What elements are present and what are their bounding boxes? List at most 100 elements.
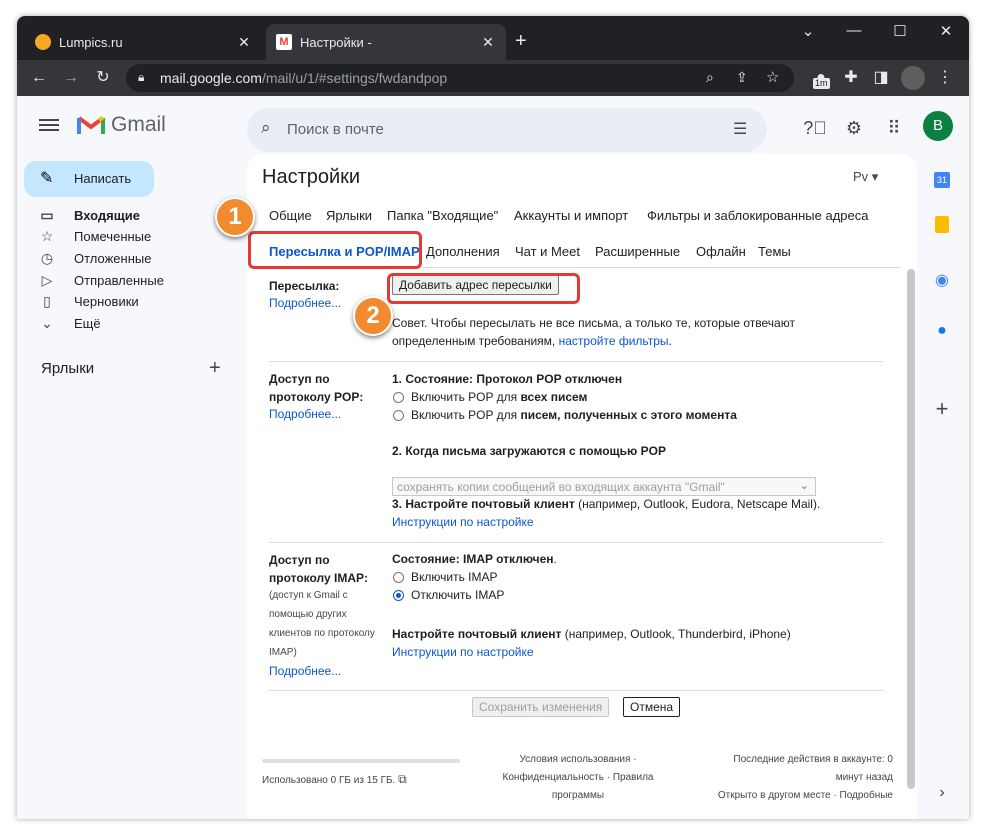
cancel-button[interactable]: Отмена — [623, 697, 681, 717]
labels-heading: Ярлыки — [41, 360, 95, 377]
sidebar-item-more[interactable]: ⌄ Ещё — [39, 313, 100, 333]
tab-chat-meet[interactable]: Чат и Meet — [515, 244, 580, 259]
forward-icon[interactable]: → — [59, 66, 83, 90]
tab-strip: Lumpics.ru ✕ M Настройки - ✕ + ⌄ — ☐ ✕ — [17, 16, 969, 60]
tab-filters[interactable]: Фильтры и заблокированные адреса — [647, 208, 868, 223]
highlight-add-forwarding-button — [387, 273, 580, 304]
storage-usage[interactable]: Использовано 0 ГБ из 15 ГБ. ⧉ — [262, 770, 407, 790]
tab-lumpics[interactable]: Lumpics.ru ✕ — [25, 24, 262, 60]
pop-action-select[interactable]: сохранять копии сообщений во входящих ак… — [392, 477, 816, 496]
pop-label: Доступ по протоколу POP: — [269, 372, 364, 404]
extension-timer-icon[interactable]: 1m● — [809, 66, 833, 90]
imap-note: (доступ к Gmail с помощью других клиентов … — [269, 590, 375, 658]
compose-button[interactable]: ✎ Написать — [24, 161, 154, 197]
tab-addons[interactable]: Дополнения — [426, 244, 500, 259]
imap-enable-label: Включить IMAP — [411, 570, 498, 584]
step-badge-2: 2 — [353, 296, 393, 336]
add-addon-icon[interactable]: + — [927, 394, 957, 424]
step-badge-1: 1 — [215, 197, 255, 237]
pop-learn-more-link[interactable]: Подробнее... — [269, 407, 341, 421]
imap-learn-more-link[interactable]: Подробнее... — [269, 664, 341, 678]
highlight-forwarding-tab — [248, 231, 422, 269]
help-icon[interactable]: ?⃝ — [803, 116, 827, 140]
tab-labels[interactable]: Ярлыки — [326, 208, 372, 223]
calendar-icon[interactable]: 31 — [927, 164, 957, 194]
browser-toolbar: ← → ↻ 🔒︎ mail.google.com/mail/u/1/#setti… — [17, 60, 969, 96]
extensions-puzzle-icon[interactable]: ✚ — [839, 66, 863, 90]
tasks-icon[interactable]: ◉ — [927, 266, 957, 296]
sidebar-item-inbox[interactable]: ▭ Входящие — [39, 205, 140, 225]
zoom-icon[interactable]: ⌕ — [706, 69, 714, 86]
search-options-icon[interactable]: ☰ — [733, 119, 747, 139]
search-icon[interactable]: ⌕ — [261, 118, 271, 138]
tab-accounts[interactable]: Аккаунты и импорт — [514, 208, 628, 223]
clock-icon: ◷ — [40, 249, 54, 266]
tab-themes[interactable]: Темы — [758, 244, 791, 259]
gmail-logo[interactable]: Gmail — [77, 113, 166, 137]
search-bar[interactable]: ⌕ Поиск в почте ☰ — [247, 108, 767, 152]
share-icon[interactable]: ⇪ — [736, 69, 748, 86]
create-filters-link[interactable]: настройте фильтры — [559, 334, 669, 348]
contacts-icon[interactable]: ● — [927, 316, 957, 346]
add-label-icon[interactable]: + — [209, 357, 221, 380]
close-tab-icon[interactable]: ✕ — [480, 34, 496, 51]
star-icon: ☆ — [40, 227, 54, 244]
pop-from-now-radio[interactable] — [393, 410, 404, 421]
url-text[interactable]: mail.google.com/mail/u/1/#settings/fwdan… — [160, 70, 447, 86]
tab-gmail-settings[interactable]: M Настройки - ✕ — [266, 24, 506, 60]
tab-inbox[interactable]: Папка "Входящие" — [387, 208, 498, 223]
imap-disable-radio[interactable] — [393, 590, 404, 601]
bookmark-star-icon[interactable]: ☆ — [766, 68, 779, 86]
tab-general[interactable]: Общие — [269, 208, 312, 223]
sidebar-item-starred[interactable]: ☆ Помеченные — [39, 226, 152, 246]
tab-advanced[interactable]: Расширенные — [595, 244, 680, 259]
forwarding-label: Пересылка: — [269, 279, 340, 293]
save-changes-button[interactable]: Сохранить изменения — [472, 697, 610, 717]
page-title: Настройки — [262, 166, 361, 188]
maximize-button[interactable]: ☐ — [877, 22, 923, 40]
imap-disable-label: Отключить IMAP — [411, 588, 505, 602]
chevron-down-icon: ⌄ — [41, 314, 53, 331]
close-tab-icon[interactable]: ✕ — [236, 34, 252, 51]
main-menu-icon[interactable] — [39, 116, 59, 134]
minimize-button[interactable]: — — [831, 22, 877, 39]
tab-search-icon[interactable]: ⌄ — [785, 22, 831, 40]
sidebar-item-drafts[interactable]: ▯ Черновики — [39, 291, 139, 311]
pencil-icon: ✎ — [40, 170, 54, 187]
input-tools-button[interactable]: Рv ▾ — [853, 169, 878, 185]
pop-all-mail-radio[interactable] — [393, 392, 404, 403]
sidebar-item-sent[interactable]: ▷ Отправленные — [39, 270, 164, 290]
hide-side-panel-icon[interactable]: › — [927, 778, 957, 808]
new-tab-button[interactable]: + — [515, 30, 527, 53]
sidebar-item-snoozed[interactable]: ◷ Отложенные — [39, 248, 152, 268]
close-window-button[interactable]: ✕ — [923, 22, 969, 40]
draft-icon: ▯ — [43, 292, 51, 309]
profile-avatar[interactable] — [901, 66, 925, 90]
keep-icon[interactable] — [927, 214, 957, 244]
address-bar[interactable]: 🔒︎ mail.google.com/mail/u/1/#settings/fw… — [126, 64, 794, 92]
imap-instructions-link[interactable]: Инструкции по настройке — [392, 645, 534, 659]
gear-icon[interactable]: ⚙ — [842, 116, 866, 140]
forwarding-learn-more-link[interactable]: Подробнее... — [269, 296, 341, 310]
apps-grid-icon[interactable]: ⠿ — [882, 116, 906, 140]
scrollbar[interactable] — [907, 269, 915, 789]
forwarding-tip-text-2: определенным требованиям, настройте филь… — [392, 334, 672, 348]
lumpics-favicon-icon — [35, 34, 51, 50]
imap-status: Состояние: IMAP отключен. — [392, 552, 557, 566]
pop-when-title: 2. Когда письма загружаются с помощью PO… — [392, 444, 666, 458]
section-divider — [269, 361, 883, 362]
account-avatar[interactable]: B — [923, 111, 953, 141]
imap-label: Доступ по протоколу IMAP: — [269, 553, 369, 585]
pop-all-mail-label: Включить POP для всех писем — [411, 390, 588, 404]
pop-instructions-link[interactable]: Инструкции по настройке — [392, 515, 534, 529]
imap-enable-radio[interactable] — [393, 572, 404, 583]
reload-icon[interactable]: ↻ — [91, 66, 115, 90]
side-panel-icon[interactable]: ◨ — [869, 66, 893, 90]
send-icon: ▷ — [41, 271, 53, 288]
terms-links[interactable]: Условия использования · Конфиденциальност… — [493, 751, 663, 805]
menu-kebab-icon[interactable]: ⋮ — [933, 66, 957, 90]
back-icon[interactable]: ← — [27, 66, 51, 90]
account-activity[interactable]: Последние действия в аккаунте: 0 минут на… — [693, 751, 893, 805]
section-divider — [269, 690, 883, 691]
tab-offline[interactable]: Офлайн — [696, 244, 746, 259]
